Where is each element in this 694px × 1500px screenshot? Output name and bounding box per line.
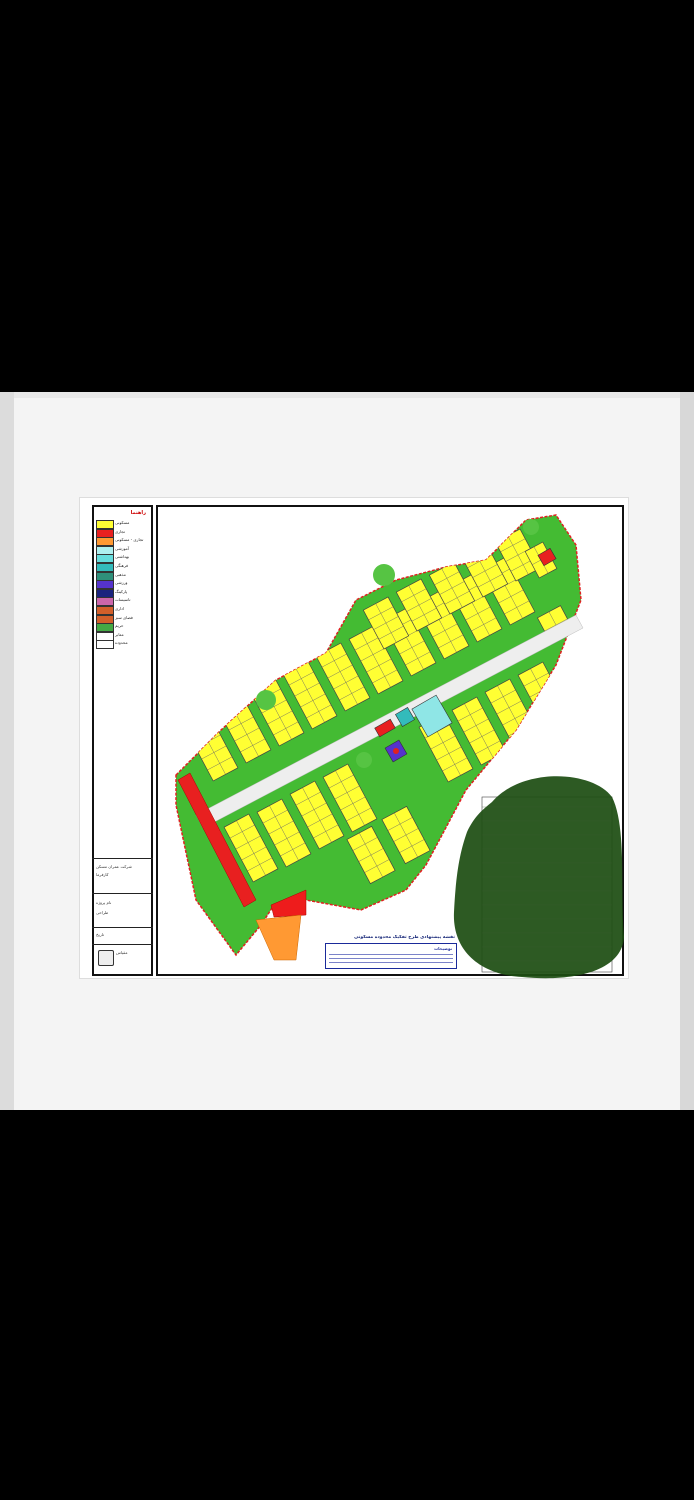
legend-label: تجاری - مسکونی [115,537,144,543]
legend-label: اداری [115,606,125,611]
park-circle [356,752,372,768]
legend-label: فرهنگی [115,563,128,568]
park-circle [256,690,276,710]
notes-title: توضیحات [434,946,452,951]
mixed-use-corner [255,914,302,961]
legend-label: تجاری [115,528,125,534]
info-scale: مقیاس [116,950,128,955]
legend-label: محدوده [115,640,128,646]
legend-label: مسکونی [115,520,130,525]
info-date: تاریخ [96,932,104,937]
notes-line [329,954,453,955]
info-company: شرکت عمران مسکن [96,864,132,869]
notes-line [329,958,453,959]
photo-edge-right [680,392,694,1110]
legend-item: محدوده [96,640,144,650]
plan-title: نقشه پیشنهادی طرح تفکیک محدوده مسکونی [354,935,455,940]
info-project: نام پروژه [96,900,112,905]
legend-swatch [96,640,114,650]
legend-divider [92,893,153,894]
photo-top-strip [14,392,680,398]
notes-line [329,962,453,963]
legend-label: تاسیسات [115,597,131,603]
legend-label: بهداشتی [115,554,130,560]
notes-box: توضیحات [325,943,457,969]
legend-divider [92,944,153,945]
legend-title: راهنما [130,510,146,516]
legend-divider [92,927,153,928]
legend-label: معابر [115,631,124,637]
info-design: طراحی [96,910,109,915]
park-circle [523,519,539,535]
facility-marker [393,748,399,754]
info-client: کارفرما [96,872,109,877]
legend-label: مذهبی [115,571,126,577]
legend-label: فضای سبز [115,614,133,620]
legend-divider [92,858,153,859]
photo-edge-left [0,392,14,1110]
redaction-scribble [453,776,624,979]
logo-icon [98,950,114,966]
legend-label: آموزشی [115,545,129,551]
legend-label: پارکینگ [115,588,128,594]
park-circle [373,564,395,586]
legend-label: حریم [115,623,124,629]
legend-label: ورزشی [115,580,128,586]
